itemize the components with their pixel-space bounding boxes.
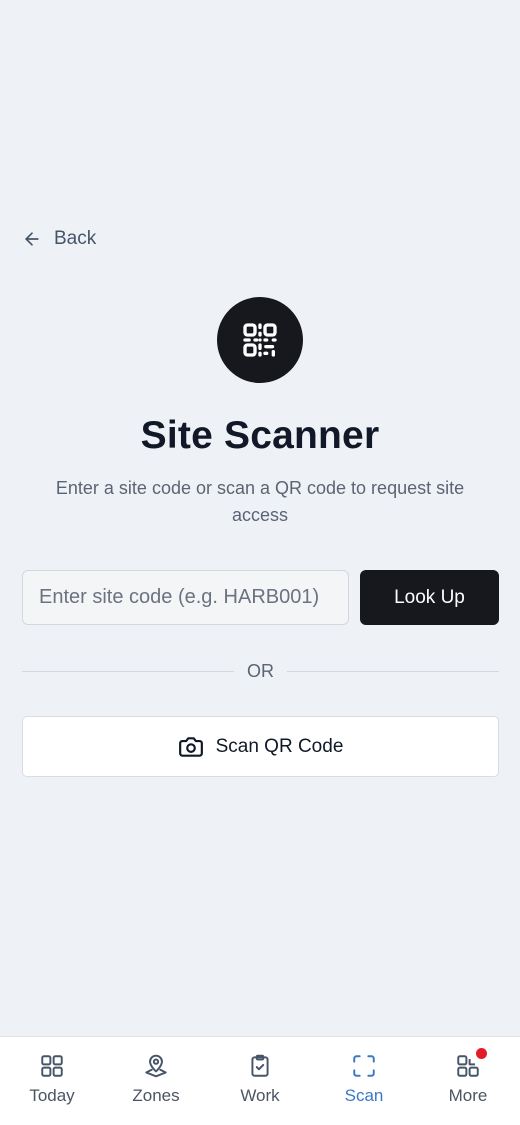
arrow-left-icon [25, 232, 39, 246]
camera-icon [178, 736, 203, 757]
tab-label-scan: Scan [344, 1086, 384, 1105]
qr-logo-badge [217, 297, 303, 383]
or-divider: OR [22, 659, 499, 683]
tab-more[interactable]: More [416, 1037, 520, 1125]
page-title: Site Scanner [140, 414, 380, 457]
scan-frame-icon [353, 1055, 375, 1077]
site-scanner-screen: Back Site Scanner Enter a site code or s… [0, 0, 520, 1125]
bottom-tab-bar: Today Zones Work Scan More [0, 1036, 520, 1125]
divider-label: OR [247, 660, 274, 681]
look-up-button[interactable]: Look Up [360, 570, 499, 625]
back-label: Back [54, 228, 97, 249]
back-button[interactable]: Back [22, 228, 96, 250]
tab-zones[interactable]: Zones [104, 1037, 208, 1125]
map-pin-icon [145, 1054, 167, 1078]
notification-dot [476, 1048, 487, 1059]
scan-qr-button[interactable]: Scan QR Code [22, 716, 499, 777]
page-subtitle: Enter a site code or scan a QR code to r… [55, 478, 465, 525]
divider-line-left [22, 670, 234, 672]
tab-label-more: More [448, 1086, 488, 1105]
tab-work[interactable]: Work [208, 1037, 312, 1125]
tab-label-work: Work [240, 1086, 280, 1105]
scan-qr-label: Scan QR Code [215, 735, 344, 757]
clipboard-check-icon [251, 1054, 269, 1077]
tab-label-today: Today [29, 1086, 75, 1105]
tab-scan[interactable]: Scan [312, 1037, 416, 1125]
divider-line-right [287, 670, 499, 672]
tab-label-zones: Zones [132, 1086, 180, 1105]
tab-today[interactable]: Today [0, 1037, 104, 1125]
grid-icon [41, 1055, 63, 1077]
site-code-input[interactable] [22, 570, 349, 625]
qr-code-icon [243, 323, 277, 357]
